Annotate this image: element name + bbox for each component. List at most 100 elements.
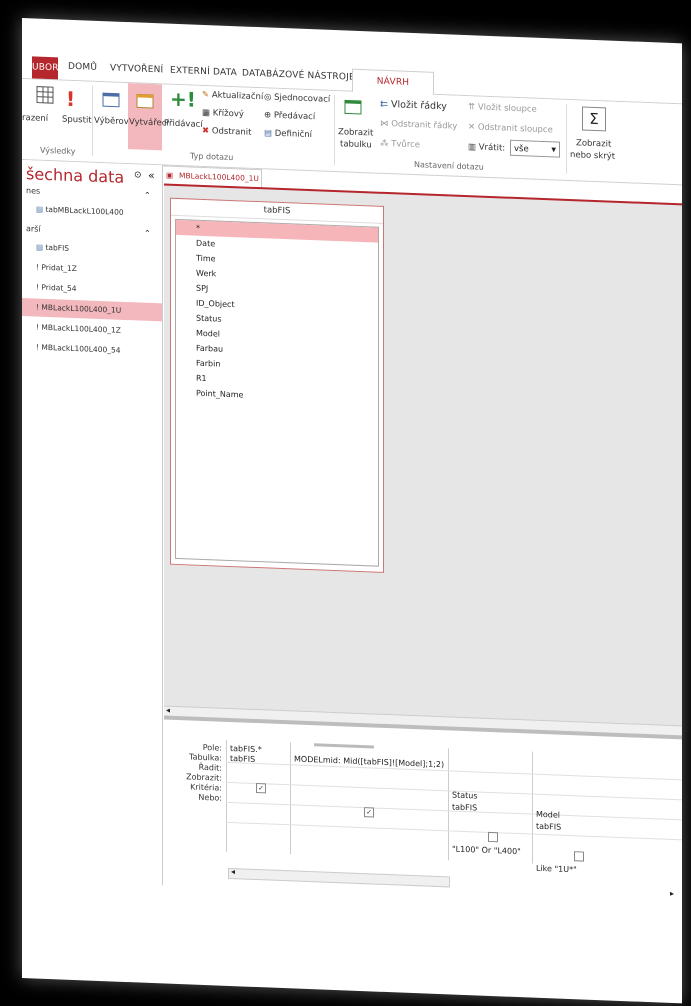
show-table-button-line2[interactable]: tabulku [340,139,372,150]
ribbon-separator [92,85,93,156]
grid-row-line [226,821,682,841]
grid-horizontal-scrollbar[interactable]: ◂ [228,867,450,888]
col4-field[interactable]: Model [536,810,560,820]
col4-show-checkbox[interactable] [574,851,584,862]
nav-group-tables[interactable]: nes [26,186,40,196]
access-window: UBOR DOMŮ VYTVOŘENÍ EXTERNÍ DATA DATABÁZ… [22,18,682,1004]
delete-rows-button[interactable]: ⋈ Odstranit řádky [380,119,457,132]
return-select[interactable]: vše ▼ [510,139,560,158]
return-icon: ▥ [468,142,477,153]
nav-item-query[interactable]: ! MBLackL100L400_1Z [36,323,121,335]
run-icon: ! [66,86,76,112]
col4-criteria[interactable]: Like "1U*" [536,864,577,875]
tab-external-data[interactable]: EXTERNÍ DATA [170,66,237,79]
ribbon-separator [566,103,567,174]
tab-file[interactable]: UBOR [32,56,59,80]
builder-button[interactable]: ⁂ Tvůrce [380,139,420,151]
group-collapse-icon[interactable]: ⌃ [144,191,151,200]
nav-pane-title: šechna data [26,164,125,187]
append-icon: +! [170,86,196,112]
nav-item-query[interactable]: ! Pridat_54 [36,283,77,294]
col3-table[interactable]: tabFIS [452,803,477,813]
nav-item-query[interactable]: ! Pridat_1Z [36,263,77,274]
sigma-icon: Σ [582,106,606,132]
tab-create[interactable]: VYTVOŘENÍ [110,63,163,75]
col1-show-checkbox[interactable]: ✓ [256,782,266,794]
update-button[interactable]: ✎ Aktualizační [202,90,263,102]
chevron-down-icon: ▼ [551,146,556,154]
union-button[interactable]: ◎ Sjednocovací [264,92,330,105]
union-rings-icon: ◎ [264,92,272,103]
insert-columns-button[interactable]: ⇈ Vložit sloupce [468,102,537,115]
tab-home[interactable]: DOMŮ [68,62,97,73]
query-design-area: tabFIS * Date Time Werk SPJ ID_Object St… [164,183,682,737]
insert-rows-icon: ⇇ [380,98,388,111]
view-icon [36,86,54,104]
table-icon: ▤ [36,204,44,214]
scroll-right-icon[interactable]: ▸ [670,889,674,898]
navigation-pane: šechna data ⊙ « nes ⌃ ▤ tabMBLackL100L40… [22,160,163,886]
col3-field[interactable]: Status [452,791,478,801]
run-button[interactable]: Spustit [62,115,92,126]
grid-column-divider [226,739,227,852]
make-table-button[interactable]: Vytvářecí [129,117,169,129]
column-selector[interactable] [314,743,374,749]
query-icon: ! [36,302,40,312]
passthrough-button[interactable]: ⊕ Předávací [264,110,315,122]
data-definition-button[interactable]: ▤ Definiční [264,128,312,140]
grid-column-divider [290,742,291,855]
globe-icon: ⊕ [264,110,272,121]
delete-query-button[interactable]: ✖ Odstranit [202,126,251,138]
show-hide-button-line1[interactable]: Zobrazit [576,138,611,149]
view-button[interactable]: razení [22,113,48,124]
grid-row-line [226,761,682,781]
col3-show-checkbox[interactable] [488,831,498,843]
col1-table[interactable]: tabFIS [230,754,255,764]
nav-item-query-selected[interactable]: ! MBLackL100L400_1U [22,298,162,322]
query-doc-icon: ▣ [166,170,174,180]
query-icon: ! [36,282,40,292]
query-icon: ! [36,262,40,272]
collapse-pane-icon[interactable]: « [148,169,155,182]
crosstab-button[interactable]: ▦ Křížový [202,108,244,120]
insert-rows-button[interactable]: ⇇ Vložit řádky [380,99,447,113]
nav-group-queries[interactable]: arší [26,224,41,234]
definition-icon: ▤ [264,128,273,139]
show-hide-button-line2[interactable]: nebo skrýt [570,150,615,162]
show-table-icon [344,99,362,115]
group-results-label: Výsledky [40,145,76,157]
grid-column-divider [532,751,533,864]
wand-icon: ⁂ [380,138,389,150]
select-query-icon [102,92,120,108]
make-table-icon [136,93,154,109]
table-icon: ▤ [36,242,44,252]
col3-criteria[interactable]: "L100" Or "L400" [452,845,521,857]
delete-rows-icon: ⋈ [380,118,389,130]
query-icon: ! [36,322,40,332]
group-query-type-label: Typ dotazu [190,151,234,163]
nav-item-tabfis[interactable]: ▤ tabFIS [36,243,69,253]
pencil-icon: ✎ [202,89,210,101]
field-list-window[interactable]: tabFIS * Date Time Werk SPJ ID_Object St… [170,197,384,573]
group-collapse-icon[interactable]: ⌃ [144,229,151,238]
nav-item-query[interactable]: ! MBLackL100L400_54 [36,343,121,355]
append-button[interactable]: Přidávací [164,118,203,129]
return-label: ▥ Vrátit: [468,142,506,154]
scroll-left-icon[interactable]: ◂ [166,706,170,715]
nav-dropdown-icon[interactable]: ⊙ [134,170,142,180]
ribbon-separator [334,94,335,166]
grid-icon: ▦ [202,107,211,119]
query-design-grid: Pole: Tabulka: Řadit: Zobrazit: Kritéria… [164,715,682,910]
tab-database-tools[interactable]: DATABÁZOVÉ NÁSTROJE [242,68,355,82]
col1-field[interactable]: tabFIS.* [230,744,262,754]
show-table-button-line1[interactable]: Zobrazit [338,127,373,138]
col4-table[interactable]: tabFIS [536,822,561,832]
grid-column-divider [448,748,449,861]
nav-item-table[interactable]: ▤ tabMBLackL100L400 [36,205,124,217]
col2-show-checkbox[interactable]: ✓ [364,807,374,818]
delete-columns-button[interactable]: ✕ Odstranit sloupce [468,122,553,135]
scroll-left-icon[interactable]: ◂ [231,867,235,876]
row-label-or: Nebo: [198,792,222,803]
delete-columns-icon: ✕ [468,122,476,133]
group-query-setup-label: Nastavení dotazu [414,160,484,172]
